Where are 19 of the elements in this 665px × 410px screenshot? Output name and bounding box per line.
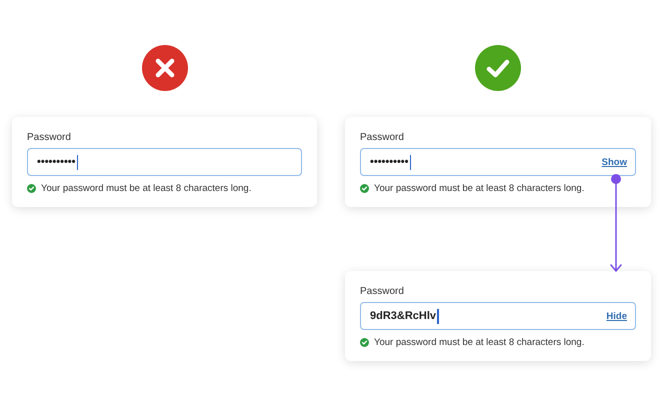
check-circle-icon <box>360 338 369 347</box>
text-caret <box>410 154 412 170</box>
password-field[interactable]: 9dR3&RcHlv Hide <box>360 302 636 330</box>
hint-text: Your password must be at least 8 characters long. <box>374 183 584 194</box>
toggle-link[interactable]: Show <box>602 156 627 168</box>
password-field[interactable]: •••••••••• Show <box>360 148 636 176</box>
text-caret <box>76 154 78 170</box>
checkmark-icon <box>475 45 521 91</box>
field-label: Password <box>27 132 72 143</box>
check-circle-icon <box>360 184 369 193</box>
field-label: Password <box>360 132 405 143</box>
hint-text: Your password must be at least 8 characters long. <box>41 183 252 194</box>
password-field[interactable]: •••••••••• <box>27 148 302 176</box>
toggle-link[interactable]: Hide <box>606 310 627 322</box>
check-circle-icon <box>27 184 36 193</box>
hint-text: Your password must be at least 8 characters long. <box>374 337 584 348</box>
error-icon <box>142 45 188 91</box>
field-label: Password <box>360 286 405 297</box>
text-caret <box>437 308 439 324</box>
